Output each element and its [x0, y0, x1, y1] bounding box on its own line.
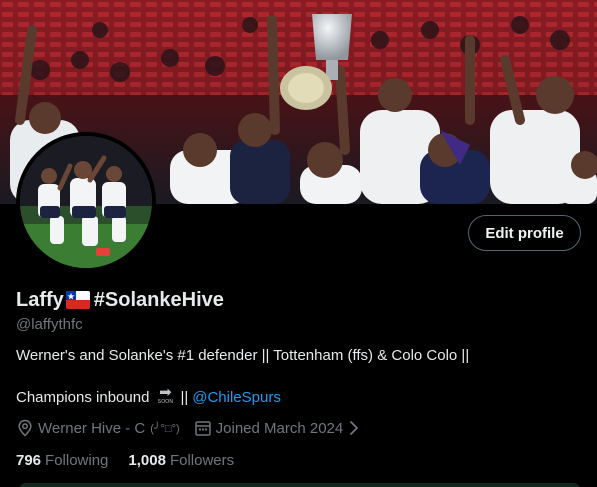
following-label: Following	[45, 451, 109, 469]
display-name-hashtag: #SolankeHive	[93, 288, 224, 311]
bio-line-1: Werner's and Solanke's #1 defender || To…	[16, 347, 470, 364]
chevron-right-icon[interactable]	[347, 420, 361, 436]
follow-stats: 796 Following 1,008 Followers	[16, 450, 234, 470]
bio-text: Champions inbound	[16, 388, 150, 406]
location-emoticon: (╯°□°)	[150, 422, 180, 435]
profile-header: Edit profile Laffy #SolankeHive @laffyth…	[0, 0, 597, 487]
display-name-text: Laffy	[16, 288, 64, 311]
soon-arrow-glyph: ➡	[159, 384, 172, 401]
calendar-icon	[194, 419, 212, 437]
joined-date: Joined March 2024	[215, 419, 344, 437]
user-handle: @laffythfc	[16, 316, 83, 333]
following-link[interactable]: 796 Following	[16, 452, 108, 469]
profile-meta: Werner Hive - C (╯°□°) Joined March 2024	[16, 418, 361, 438]
edit-profile-button[interactable]: Edit profile	[468, 215, 581, 251]
location-text: Werner Hive - C	[38, 419, 146, 437]
display-name: Laffy #SolankeHive	[16, 288, 224, 312]
chile-flag-icon	[65, 291, 90, 309]
next-section-edge	[18, 483, 581, 487]
mention-link[interactable]: @ChileSpurs	[192, 389, 281, 406]
soon-arrow-icon: ➡ SOON	[154, 384, 176, 407]
followers-link[interactable]: 1,008 Followers	[128, 452, 234, 469]
location-pin-icon	[16, 419, 34, 437]
bio-separator: ||	[180, 388, 189, 406]
soon-arrow-caption: SOON	[157, 399, 174, 405]
followers-count: 1,008	[128, 451, 166, 469]
followers-label: Followers	[169, 451, 235, 469]
avatar-photo	[20, 136, 152, 268]
profile-avatar[interactable]	[16, 132, 156, 272]
following-count: 796	[16, 451, 42, 469]
bio-line-2: Champions inbound ➡ SOON || @ChileSpurs	[16, 384, 281, 407]
